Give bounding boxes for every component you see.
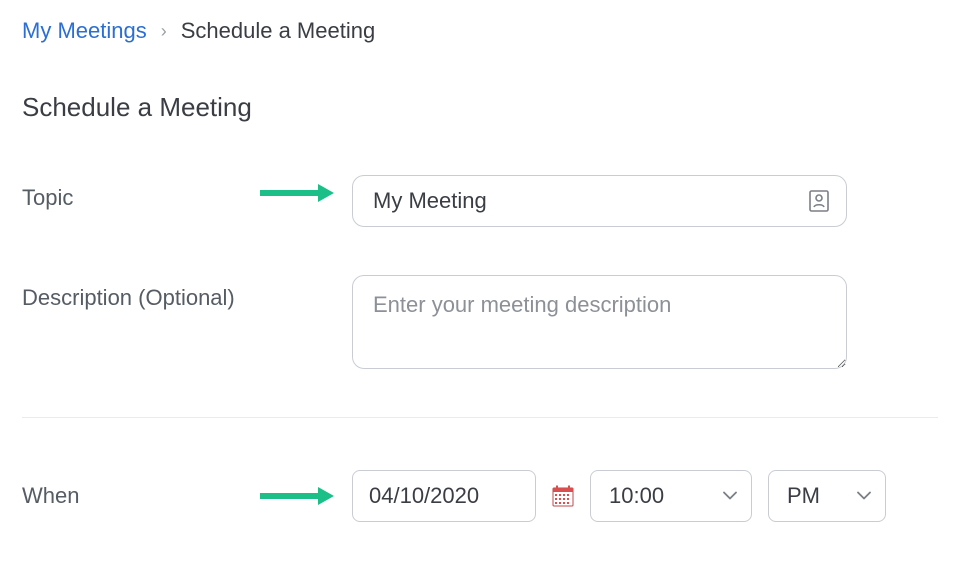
description-textarea[interactable] xyxy=(352,275,847,369)
contact-card-icon xyxy=(809,190,829,212)
row-description: Description (Optional) xyxy=(22,275,938,369)
chevron-down-icon xyxy=(857,492,871,501)
row-topic: Topic xyxy=(22,175,938,227)
breadcrumb: My Meetings › Schedule a Meeting xyxy=(22,18,938,44)
calendar-icon[interactable] xyxy=(552,485,574,507)
when-controls: 10:00 PM xyxy=(352,470,886,522)
topic-input-wrap xyxy=(352,175,847,227)
page-title: Schedule a Meeting xyxy=(22,92,938,123)
time-select[interactable]: 10:00 xyxy=(590,470,752,522)
row-when: When 10:00 PM xyxy=(22,470,938,522)
section-divider xyxy=(22,417,938,418)
ampm-select[interactable]: PM xyxy=(768,470,886,522)
label-when: When xyxy=(22,483,352,509)
label-topic-text: Topic xyxy=(22,185,73,210)
chevron-right-icon: › xyxy=(161,21,167,42)
topic-input[interactable] xyxy=(352,175,847,227)
time-select-value: 10:00 xyxy=(609,483,664,509)
label-description: Description (Optional) xyxy=(22,275,352,311)
breadcrumb-link-my-meetings[interactable]: My Meetings xyxy=(22,18,147,44)
arrow-right-icon xyxy=(260,485,334,507)
label-topic: Topic xyxy=(22,175,352,211)
ampm-select-value: PM xyxy=(787,483,820,509)
chevron-down-icon xyxy=(723,492,737,501)
label-when-text: When xyxy=(22,483,79,508)
arrow-right-icon xyxy=(260,182,334,204)
breadcrumb-current: Schedule a Meeting xyxy=(181,18,375,44)
date-input[interactable] xyxy=(352,470,536,522)
